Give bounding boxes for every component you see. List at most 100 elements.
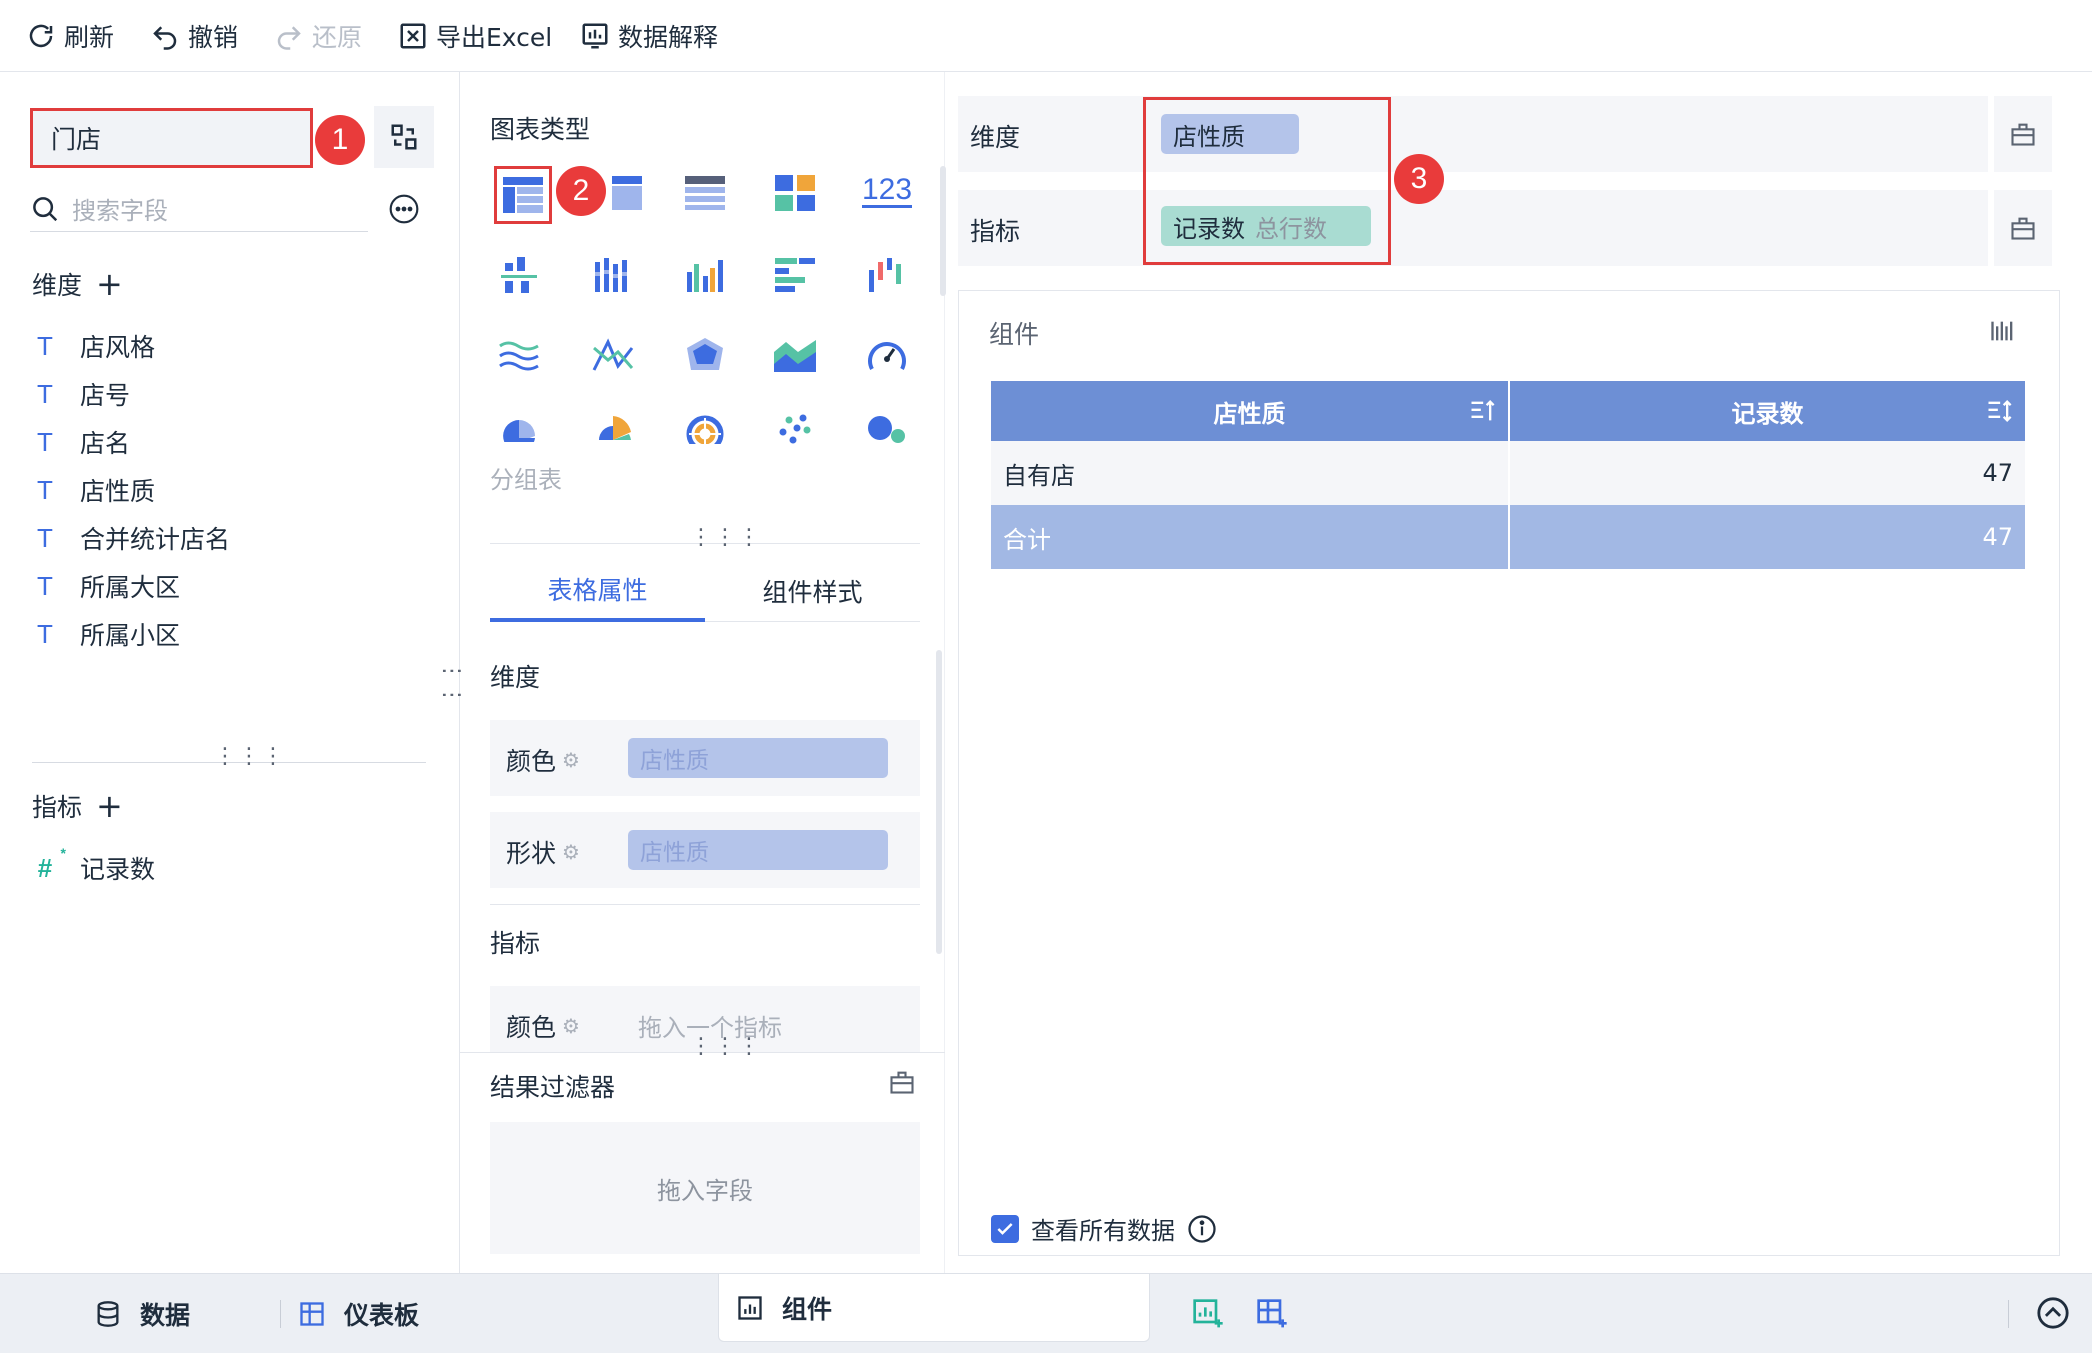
step-badge-3: 3 (1394, 154, 1444, 204)
gauge-chart-icon[interactable] (862, 330, 912, 380)
tab-component[interactable]: 组件 (736, 1274, 832, 1342)
add-measure-icon[interactable]: + (96, 790, 123, 822)
bubble-chart-icon[interactable] (862, 404, 912, 454)
field-item[interactable]: T 所属大区 (32, 566, 180, 606)
properties-scrollbar[interactable] (936, 650, 942, 954)
sort-icon[interactable] (1985, 397, 2013, 425)
table-header-record-count[interactable]: 记录数 (1509, 381, 2027, 441)
tab-component-style[interactable]: 组件样式 (705, 560, 920, 622)
more-options-button[interactable] (388, 193, 420, 225)
dimension-drop-label: 维度 (970, 123, 1021, 152)
dimension-settings-button[interactable] (1994, 96, 2052, 172)
sunburst-chart-icon[interactable] (680, 404, 730, 454)
dataset-select[interactable]: 门店 (30, 108, 313, 168)
view-all-data-option[interactable]: 查看所有数据 (991, 1211, 1217, 1246)
refresh-button[interactable]: 刷新 (26, 14, 114, 58)
text-type-icon: T (37, 330, 53, 361)
waterfall-chart-icon[interactable] (862, 250, 912, 300)
search-icon (33, 196, 58, 221)
area-chart-icon[interactable] (770, 330, 820, 380)
table-row[interactable]: 自有店 47 (991, 441, 2027, 505)
stacked-bar-chart-icon[interactable] (588, 250, 638, 300)
toolbox-icon (2011, 123, 2035, 146)
field-item[interactable]: # * 记录数 (32, 845, 155, 888)
grouped-bar-chart-icon[interactable] (494, 250, 544, 300)
more-icon (389, 194, 419, 224)
scatter-chart-icon[interactable] (770, 404, 820, 454)
radar-chart-icon[interactable] (680, 330, 730, 380)
sort-asc-icon[interactable] (1468, 397, 1496, 425)
polyline-chart-icon[interactable] (588, 330, 638, 380)
shape-dimension-pill[interactable]: 店性质 (628, 830, 888, 870)
filter-drop-zone[interactable]: 拖入字段 (490, 1122, 920, 1254)
number-chart-icon[interactable]: 123 (861, 166, 913, 216)
add-dashboard-button[interactable] (1256, 1298, 1288, 1330)
export-excel-label: 导出Excel (436, 23, 553, 52)
tab-dashboard[interactable]: 仪表板 (298, 1274, 419, 1353)
chart-type-scrollbar[interactable] (940, 166, 946, 296)
table-header-store-type[interactable]: 店性质 (991, 381, 1510, 441)
resize-handle[interactable]: ⋮⋮⋮ (690, 527, 762, 549)
data-explain-button[interactable]: 数据解释 (580, 14, 718, 58)
measure-settings-button[interactable] (1994, 190, 2052, 266)
add-dashboard-icon (1257, 1299, 1287, 1328)
field-search[interactable]: 搜索字段 (30, 186, 368, 232)
resize-handle[interactable]: ⋮⋮⋮ (690, 1036, 762, 1058)
resize-handle[interactable]: ⋮⋮⋮ (214, 746, 286, 768)
add-component-button[interactable] (1192, 1298, 1224, 1330)
kpi-card-chart-icon[interactable] (770, 168, 820, 218)
property-label-text: 颜色 (506, 1013, 557, 1042)
field-item[interactable]: T 店号 (32, 374, 130, 414)
color-dimension-pill[interactable]: 店性质 (628, 738, 888, 778)
info-icon[interactable] (1187, 1214, 1217, 1244)
line-chart-icon[interactable] (494, 330, 544, 380)
settings-icon[interactable]: ⚙ (562, 1014, 580, 1038)
chart-icon (738, 1296, 762, 1320)
settings-icon[interactable]: ⚙ (562, 840, 580, 864)
field-item[interactable]: T 店名 (32, 422, 130, 462)
multi-bar-chart-icon[interactable] (680, 250, 730, 300)
tab-table-properties[interactable]: 表格属性 (490, 560, 705, 622)
collapse-button[interactable] (2036, 1296, 2070, 1330)
search-input[interactable]: 搜索字段 (72, 191, 168, 226)
dimensions-title: 维度 (32, 271, 83, 300)
switch-icon (391, 124, 417, 150)
settings-icon[interactable]: ⚙ (562, 748, 580, 772)
pie-chart-icon[interactable] (494, 404, 544, 454)
tab-data[interactable]: 数据 (94, 1274, 190, 1353)
field-item[interactable]: T 店风格 (32, 326, 155, 366)
redo-button[interactable]: 还原 (274, 14, 362, 58)
color-property-row: 颜色 ⚙ 店性质 (490, 720, 920, 796)
rose-chart-icon[interactable] (588, 404, 638, 454)
property-label-text: 颜色 (506, 747, 557, 776)
export-excel-button[interactable]: 导出Excel (398, 14, 552, 58)
selected-chart-name: 分组表 (490, 466, 562, 494)
horizontal-bar-chart-icon[interactable] (770, 250, 820, 300)
panel-resize-handle[interactable]: ⋮⋮ (439, 660, 464, 708)
grouped-table-chart-icon[interactable] (494, 166, 552, 224)
tab-dashboard-label: 仪表板 (344, 1301, 420, 1330)
dataset-name: 门店 (51, 125, 102, 154)
detail-table-chart-icon[interactable] (680, 168, 730, 218)
shape-property-row: 形状 ⚙ 店性质 (490, 812, 920, 888)
field-label: 店名 (80, 429, 131, 458)
field-item[interactable]: T 店性质 (32, 470, 155, 510)
chart-type-title: 图表类型 (490, 115, 591, 144)
database-icon (97, 1301, 119, 1327)
table-total-row[interactable]: 合计 47 (991, 505, 2027, 569)
cross-table-chart-icon[interactable] (602, 168, 652, 218)
field-item[interactable]: T 合并统计店名 (32, 518, 230, 558)
field-label: 店风格 (80, 333, 156, 362)
measure-field-pill[interactable]: 记录数 总行数 (1161, 206, 1371, 246)
redo-label: 还原 (312, 23, 363, 52)
add-dimension-icon[interactable]: + (96, 268, 123, 300)
switch-dataset-button[interactable] (374, 106, 434, 168)
checkbox-checked-icon[interactable] (991, 1214, 1019, 1243)
field-label: 店号 (80, 381, 131, 410)
chart-switch-button[interactable] (1989, 317, 2017, 345)
field-item[interactable]: T 所属小区 (32, 614, 180, 654)
refresh-label: 刷新 (64, 23, 115, 52)
dimension-field-pill[interactable]: 店性质 (1161, 114, 1299, 154)
undo-button[interactable]: 撤销 (150, 14, 238, 58)
filter-settings-button[interactable] (888, 1068, 916, 1096)
